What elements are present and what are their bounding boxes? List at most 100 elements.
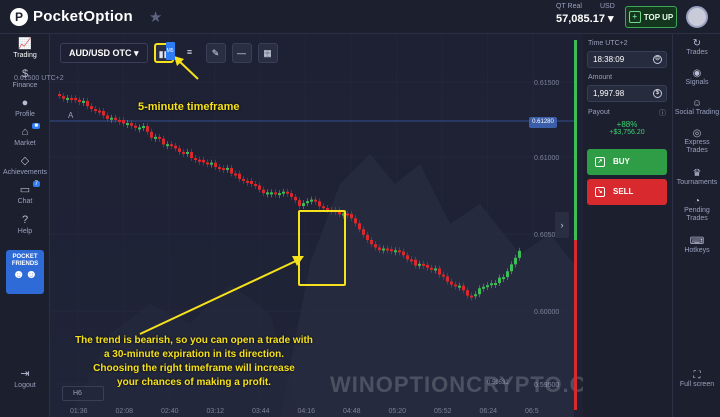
candle <box>434 268 437 271</box>
left-sidebar: 📈 Trading $ Finance ● Profile ■ ⌂ Market… <box>0 34 50 417</box>
y-axis-label: 0.61000 <box>534 155 559 162</box>
chart-timeframe-selector[interactable]: H6 <box>62 386 104 401</box>
right-item-label: Pending Trades <box>684 207 710 222</box>
history-icon: ↻ <box>692 38 702 49</box>
currency-icon[interactable]: $ <box>653 89 662 98</box>
candle <box>214 162 217 168</box>
candle <box>410 259 413 262</box>
candle <box>246 180 249 183</box>
candle <box>94 109 97 112</box>
collapse-panel-button[interactable]: › <box>555 212 569 238</box>
candle <box>390 249 393 252</box>
candle <box>314 199 317 202</box>
star-icon[interactable]: ★ <box>149 8 162 26</box>
candle <box>66 97 69 100</box>
plus-icon: + <box>628 11 641 23</box>
drawing-button[interactable]: ✎ <box>205 43 226 63</box>
time-adjust-icon[interactable]: ⊖ <box>653 55 662 64</box>
right-item-express-trades[interactable]: ◎ Express Trades <box>673 128 720 155</box>
candle <box>290 193 293 197</box>
express-icon: ◎ <box>692 128 702 139</box>
minus-button[interactable]: — <box>231 43 252 63</box>
candle <box>226 167 229 170</box>
candle <box>142 126 145 129</box>
highlight-box <box>298 210 346 286</box>
sidebar-item-logout[interactable]: ⇥ Logout <box>0 368 50 389</box>
candle <box>378 247 381 251</box>
right-item-label: Express Trades <box>684 139 710 154</box>
right-item-pending-trades[interactable]: ◔ Pending Trades <box>673 197 720 223</box>
sidebar-item-label: Market <box>14 140 36 147</box>
buy-button[interactable]: ↗ BUY <box>587 149 667 175</box>
candle <box>350 213 353 219</box>
candle <box>306 201 309 204</box>
candle <box>418 263 421 266</box>
candle <box>354 218 357 224</box>
right-item-label: Social Trading <box>674 109 720 116</box>
candle <box>242 178 245 181</box>
logo[interactable]: P PocketOption <box>10 7 133 26</box>
chevron-right-icon: › <box>560 220 564 230</box>
right-item-label: Trades <box>686 49 708 56</box>
candle <box>382 248 385 251</box>
candle <box>262 189 265 194</box>
candle <box>282 191 285 194</box>
right-item-social-trading[interactable]: ☺ Social Trading <box>673 99 720 117</box>
top-up-button[interactable]: + TOP UP <box>625 6 677 28</box>
candle <box>394 250 397 253</box>
right-item-full-screen[interactable]: ⛶ Full screen <box>673 370 720 389</box>
sidebar-item-profile[interactable]: ● Profile <box>0 97 50 118</box>
candle <box>210 162 213 165</box>
candle <box>438 268 441 275</box>
x-axis-label: 05:20 <box>389 408 407 415</box>
right-item-signals[interactable]: ◉ Signals <box>673 69 720 87</box>
sidebar-item-market[interactable]: ■ ⌂ Market <box>0 123 50 147</box>
timeframe-badge: M5 <box>165 42 175 60</box>
time-field[interactable]: 18:38:09 ⊖ <box>587 51 667 68</box>
candle <box>454 284 457 287</box>
keyboard-icon: ⌨ <box>689 236 705 247</box>
candle <box>402 251 405 256</box>
x-axis-label: 04:48 <box>343 408 361 415</box>
info-icon[interactable]: ⓘ <box>659 108 666 118</box>
sell-button[interactable]: ↘ SELL <box>587 179 667 205</box>
candle <box>470 295 473 298</box>
chart-toolbar: AUD/USD OTC ▾ ▮▮ M5 ≡ ✎ — ▦ <box>60 42 278 63</box>
candle <box>114 117 117 120</box>
sell-label: SELL <box>613 187 634 196</box>
candle <box>398 250 401 253</box>
account-balance: 57,085.17 ▾ <box>556 13 614 25</box>
avatar[interactable] <box>686 6 708 28</box>
timeframe-button[interactable]: ▮▮ M5 <box>153 42 175 63</box>
pocket-friends-banner[interactable]: POCKET FRIENDS ☻☻ <box>6 250 44 294</box>
candle <box>374 244 377 248</box>
candle <box>186 151 189 154</box>
sidebar-item-chat[interactable]: 7 ▭ Chat <box>0 181 50 205</box>
candle <box>318 201 321 207</box>
candle <box>174 145 177 149</box>
fullscreen-icon: ⛶ <box>693 370 701 381</box>
candle <box>90 106 93 110</box>
right-item-trades[interactable]: ↻ Trades <box>673 38 720 57</box>
candle <box>482 286 485 289</box>
right-item-tournaments[interactable]: ♛ Tournaments <box>673 169 720 187</box>
chevron-down-icon: ▾ <box>608 13 614 25</box>
account-selector[interactable]: QT Real USD 57,085.17 ▾ <box>556 3 616 25</box>
sidebar-item-trading[interactable]: 📈 Trading <box>0 38 50 59</box>
right-item-hotkeys[interactable]: ⌨ Hotkeys <box>673 236 720 255</box>
candle <box>194 158 197 161</box>
sidebar-item-help[interactable]: ? Help <box>0 214 50 235</box>
help-icon: ? <box>21 214 29 226</box>
candle <box>102 111 105 116</box>
amount-field[interactable]: 1,997.98 $ <box>587 85 667 102</box>
asset-selector[interactable]: AUD/USD OTC ▾ <box>60 43 148 63</box>
x-axis-label: 02:08 <box>116 408 134 415</box>
sidebar-item-label: Trading <box>13 52 37 59</box>
indicators-button[interactable]: ≡ <box>180 43 200 63</box>
candle <box>58 94 61 97</box>
layout-button[interactable]: ▦ <box>257 43 278 63</box>
candle <box>202 159 205 163</box>
x-axis-label: 04:16 <box>298 408 316 415</box>
sidebar-item-achievements[interactable]: ◇ Achievements <box>0 155 50 176</box>
candle <box>466 290 469 296</box>
